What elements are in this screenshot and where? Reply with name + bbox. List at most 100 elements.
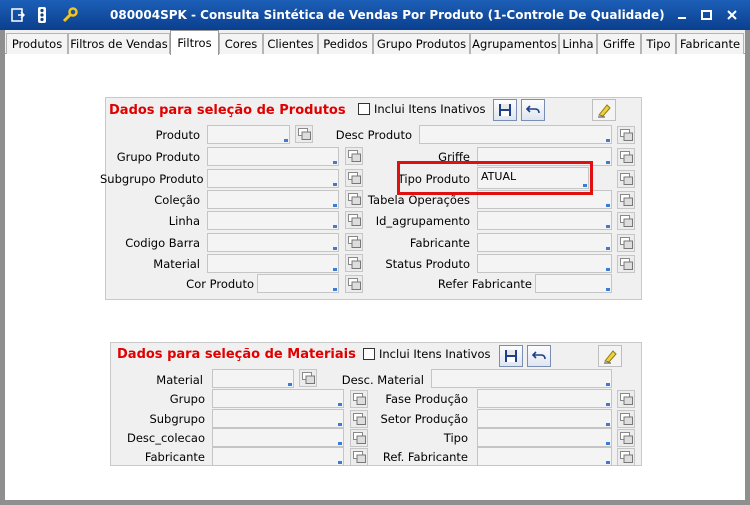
status-produto-lookup-button[interactable] — [617, 255, 635, 273]
mat-desc-colecao-field[interactable] — [212, 428, 344, 447]
tipo-produto-lookup-button[interactable] — [617, 170, 635, 188]
tab-strip: Produtos Filtros de Vendas Filtros Cores… — [5, 30, 745, 55]
title-bar: 080004SPK - Consulta Sintética de Vendas… — [0, 0, 750, 30]
mat-tipo-lookup-button[interactable] — [617, 429, 635, 447]
tab-griffe[interactable]: Griffe — [597, 33, 641, 54]
save-button[interactable] — [493, 99, 517, 121]
mat-setor-producao-field[interactable] — [477, 409, 612, 428]
codigo-barra-lookup-button[interactable] — [345, 233, 363, 251]
tab-cores[interactable]: Cores — [219, 33, 263, 54]
tab-filtros-de-vendas[interactable]: Filtros de Vendas — [68, 33, 170, 54]
include-inactive-checkbox[interactable] — [358, 103, 370, 115]
material-lookup-button[interactable] — [345, 254, 363, 272]
undo-button[interactable] — [521, 99, 545, 121]
traffic-light-icon[interactable] — [32, 5, 52, 25]
produto-lookup-button[interactable] — [295, 125, 313, 143]
mat-desc-material-label: Desc. Material — [341, 373, 424, 387]
subgrupo-produto-field[interactable] — [207, 169, 339, 188]
mat-material-lookup-button[interactable] — [299, 369, 317, 387]
lookup-icon — [619, 173, 633, 185]
grupo-produto-label: Grupo Produto — [116, 150, 200, 164]
materiais-undo-button[interactable] — [527, 345, 551, 367]
mat-fase-producao-lookup-button[interactable] — [617, 390, 635, 408]
mat-fabricante-field[interactable] — [212, 447, 344, 466]
linha-field[interactable] — [207, 211, 339, 230]
mat-grupo-lookup-button[interactable] — [350, 390, 368, 408]
tab-tipo[interactable]: Tipo — [641, 33, 676, 54]
highlight-box — [397, 161, 593, 195]
mat-grupo-field[interactable] — [212, 389, 344, 408]
id-agrupamento-label: Id_agrupamento — [375, 214, 470, 228]
griffe-lookup-button[interactable] — [617, 148, 635, 166]
clear-filters-button[interactable] — [592, 99, 616, 121]
eraser-icon — [604, 350, 617, 364]
mat-ref-fabricante-label: Ref. Fabricante — [382, 450, 468, 464]
tab-agrupamentos[interactable]: Agrupamentos — [470, 33, 559, 54]
cor-produto-field[interactable] — [257, 274, 339, 293]
grupo-produto-field[interactable] — [207, 147, 339, 166]
tab-produtos[interactable]: Produtos — [6, 33, 68, 54]
lookup-icon — [352, 432, 366, 444]
lookup-icon — [347, 172, 361, 184]
colecao-field[interactable] — [207, 190, 339, 209]
fabricante-field[interactable] — [477, 233, 612, 252]
id-agrupamento-lookup-button[interactable] — [617, 212, 635, 230]
refer-fabricante-field[interactable] — [535, 274, 612, 293]
materiais-clear-filters-button[interactable] — [598, 345, 622, 367]
subgrupo-produto-lookup-button[interactable] — [345, 169, 363, 187]
lookup-icon — [347, 257, 361, 269]
status-produto-field[interactable] — [477, 254, 612, 273]
codigo-barra-field[interactable] — [207, 233, 339, 252]
subgrupo-produto-label: Subgrupo Produto — [100, 172, 204, 186]
material-field[interactable] — [207, 254, 339, 273]
desc-produto-lookup-button[interactable] — [617, 126, 635, 144]
materiais-save-button[interactable] — [499, 345, 523, 367]
tabela-operacoes-lookup-button[interactable] — [617, 191, 635, 209]
mat-material-field[interactable] — [212, 369, 294, 388]
include-inactive-checkbox[interactable] — [363, 348, 375, 360]
tab-pedidos[interactable]: Pedidos — [318, 33, 373, 54]
linha-lookup-button[interactable] — [345, 211, 363, 229]
app-menu-icon[interactable] — [8, 5, 28, 25]
materiais-include-inactive[interactable]: Inclui Itens Inativos — [363, 347, 491, 361]
desc-produto-field[interactable] — [419, 125, 612, 144]
tab-clientes[interactable]: Clientes — [263, 33, 318, 54]
mat-setor-producao-lookup-button[interactable] — [617, 410, 635, 428]
mat-fase-producao-field[interactable] — [477, 389, 612, 408]
cor-produto-lookup-button[interactable] — [345, 275, 363, 293]
maximize-button[interactable] — [696, 6, 716, 24]
lookup-icon — [352, 393, 366, 405]
mat-tipo-field[interactable] — [477, 428, 612, 447]
status-produto-label: Status Produto — [385, 257, 470, 271]
lookup-icon — [347, 193, 361, 205]
lookup-icon — [619, 194, 633, 206]
cor-produto-label: Cor Produto — [186, 277, 254, 291]
id-agrupamento-field[interactable] — [477, 211, 612, 230]
mat-ref-fabricante-lookup-button[interactable] — [617, 448, 635, 466]
lookup-icon — [619, 129, 633, 141]
materiais-panel-title: Dados para seleção de Materiais — [117, 347, 356, 362]
tab-filtros[interactable]: Filtros — [170, 30, 219, 55]
refer-fabricante-label: Refer Fabricante — [437, 277, 532, 291]
material-label: Material — [153, 257, 200, 271]
mat-desc-material-field[interactable] — [431, 369, 612, 388]
close-button[interactable] — [722, 6, 742, 24]
floppy-disk-icon — [505, 350, 517, 362]
lookup-icon — [619, 413, 633, 425]
mat-subgrupo-label: Subgrupo — [149, 412, 205, 426]
fabricante-lookup-button[interactable] — [617, 234, 635, 252]
tab-linha[interactable]: Linha — [559, 33, 597, 54]
wrench-icon[interactable] — [60, 5, 80, 25]
produto-field[interactable] — [207, 125, 290, 144]
mat-tipo-label: Tipo — [443, 431, 468, 445]
mat-subgrupo-field[interactable] — [212, 409, 344, 428]
produtos-include-inactive[interactable]: Inclui Itens Inativos — [358, 102, 486, 116]
mat-desc-colecao-lookup-button[interactable] — [350, 429, 368, 447]
tab-fabricante[interactable]: Fabricante — [676, 33, 744, 54]
lookup-icon — [301, 372, 315, 384]
minimize-button[interactable] — [672, 6, 692, 24]
include-inactive-label: Inclui Itens Inativos — [374, 102, 486, 116]
tab-grupo-produtos[interactable]: Grupo Produtos — [373, 33, 470, 54]
mat-ref-fabricante-field[interactable] — [477, 447, 612, 466]
grupo-produto-lookup-button[interactable] — [345, 147, 363, 165]
